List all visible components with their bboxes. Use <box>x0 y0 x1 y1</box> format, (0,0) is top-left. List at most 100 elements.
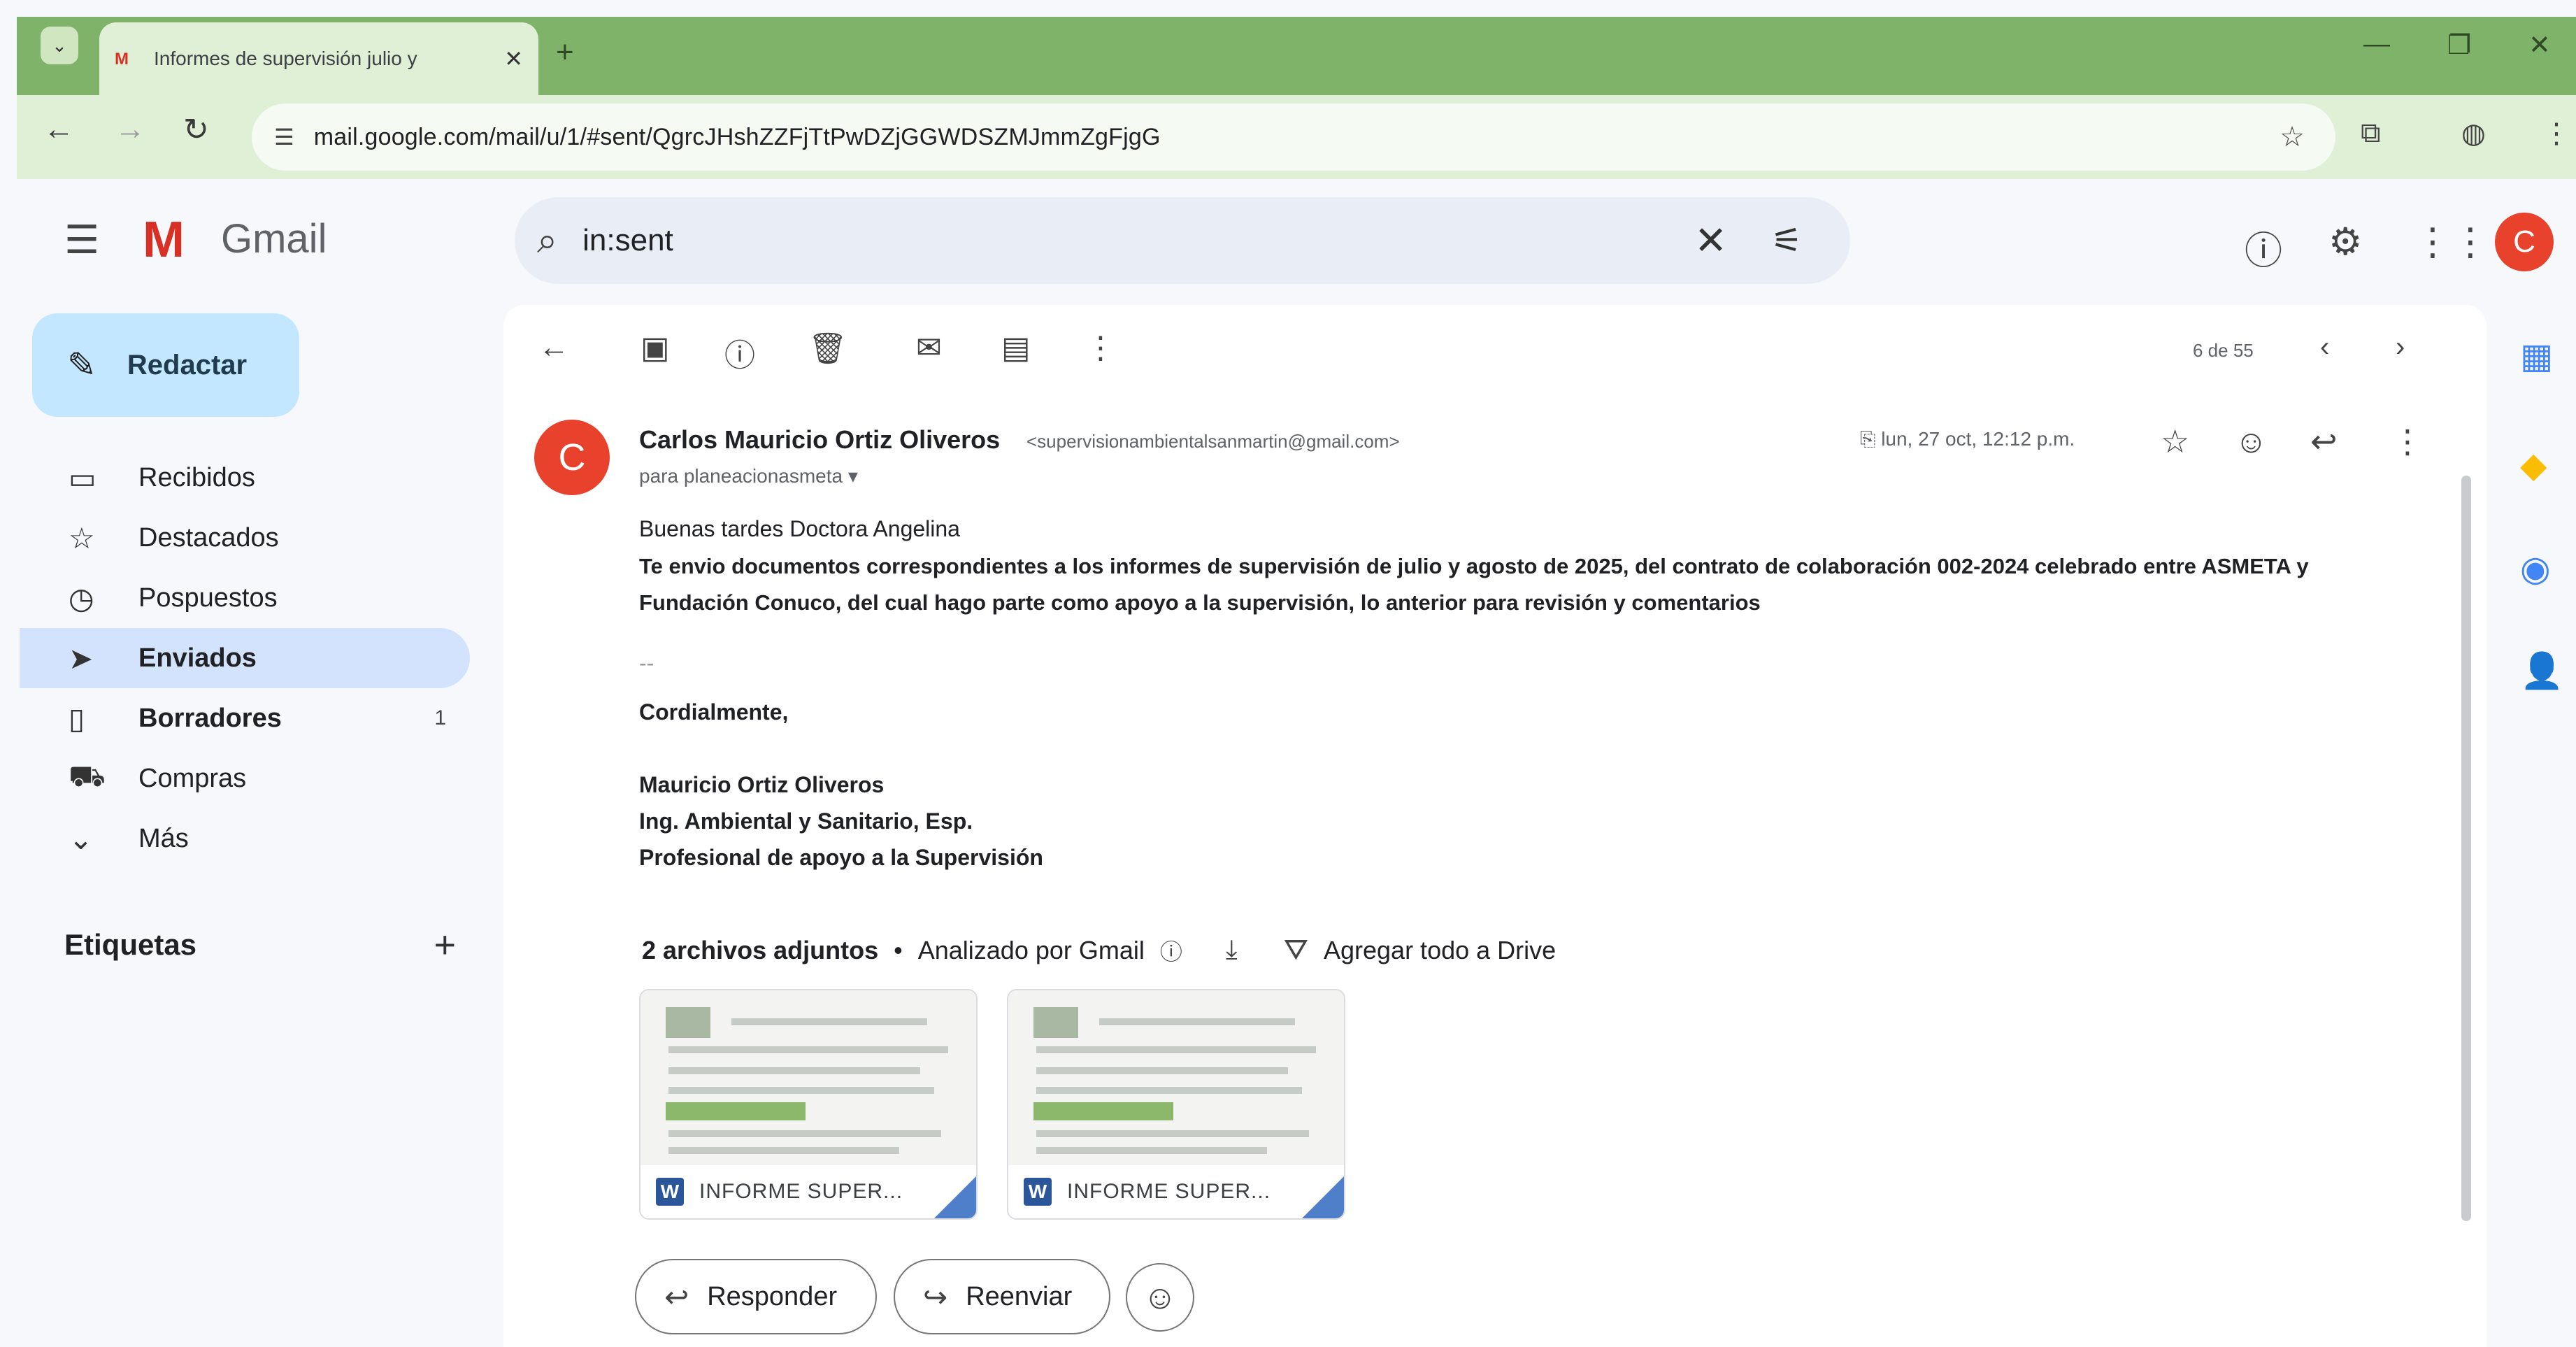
emoji-reaction-icon[interactable]: ☺ <box>2235 422 2268 460</box>
newer-icon[interactable]: ‹ <box>2320 332 2329 363</box>
reload-icon[interactable]: ↻ <box>183 112 209 148</box>
emoji-button[interactable]: ☺ <box>1126 1263 1194 1332</box>
clock-icon: ◷ <box>69 581 94 615</box>
info-icon[interactable]: ⓘ <box>1160 934 1182 967</box>
browser-menu-icon[interactable]: ⋮ <box>2542 117 2570 150</box>
new-tab-icon[interactable]: + <box>556 35 574 70</box>
close-tab-icon[interactable]: ✕ <box>504 45 523 72</box>
attachments-header: 2 archivos adjuntos • Analizado por Gmai… <box>642 933 1556 967</box>
add-to-drive-label[interactable]: Agregar todo a Drive <box>1324 936 1556 965</box>
divider-dash: -- <box>639 650 654 676</box>
keep-icon[interactable]: ◆ <box>2520 445 2547 485</box>
gmail-logo-icon[interactable]: M <box>143 211 185 269</box>
recipient-details-icon[interactable]: ▾ <box>848 465 858 487</box>
reply-icon[interactable]: ↩ <box>2310 422 2338 460</box>
body-line-1: Te envio documentos correspondientes a l… <box>639 554 2309 578</box>
compose-button[interactable]: ✎ Redactar <box>32 313 299 417</box>
help-icon[interactable]: ⓘ <box>2245 220 2282 275</box>
attachment-filename: INFORME SUPER... <box>699 1180 903 1203</box>
attachment-card-2[interactable]: W INFORME SUPER... <box>1007 989 1345 1220</box>
forward-icon[interactable]: → <box>115 112 145 147</box>
inbox-icon: ▭ <box>69 461 96 494</box>
signature-role: Profesional de apoyo a la Supervisión <box>639 845 1043 870</box>
minimize-icon[interactable]: — <box>2363 29 2390 59</box>
clear-search-icon[interactable]: ✕ <box>1694 218 1727 264</box>
back-to-list-icon[interactable]: ← <box>538 330 569 365</box>
browser-tab[interactable]: M Informes de supervisión julio y ✕ <box>99 22 538 95</box>
sidebar-item-compras[interactable]: ⛟ Compras <box>20 748 470 808</box>
search-icon[interactable]: ⌕ <box>537 220 557 262</box>
recipient-line[interactable]: para planeacionasmeta ▾ <box>639 464 858 487</box>
sender-avatar: C <box>534 420 610 495</box>
separator-dot: • <box>894 935 903 964</box>
attachment-corner-icon <box>934 1176 976 1218</box>
message-more-icon[interactable]: ⋮ <box>2391 422 2424 460</box>
forward-arrow-icon: ↪ <box>923 1280 948 1313</box>
send-icon: ➤ <box>69 641 94 675</box>
tab-title: Informes de supervisión julio y <box>154 48 417 69</box>
sidebar-item-pospuestos[interactable]: ◷ Pospuestos <box>20 568 470 628</box>
sidebar-item-borradores[interactable]: ▯ Borradores 1 <box>20 688 470 748</box>
star-message-icon[interactable]: ☆ <box>2161 422 2189 460</box>
archive-icon[interactable]: ▣ <box>641 330 670 366</box>
main-menu-icon[interactable]: ☰ <box>64 217 99 263</box>
tab-search-button[interactable]: ⌄ <box>41 27 78 64</box>
sidebar-item-enviados[interactable]: ➤ Enviados <box>20 628 470 688</box>
extensions-icon[interactable]: ⧉ <box>2361 117 2381 149</box>
settings-gear-icon[interactable]: ⚙ <box>2328 220 2362 264</box>
sidebar-item-destacados[interactable]: ☆ Destacados <box>20 508 470 568</box>
apps-grid-icon[interactable]: ⋮⋮ <box>2414 220 2489 264</box>
bookmark-star-icon[interactable]: ☆ <box>2280 121 2305 153</box>
move-to-icon[interactable]: ▤ <box>1001 330 1031 366</box>
drive-add-icon[interactable]: ⛛ <box>1284 933 1308 967</box>
site-info-icon[interactable]: ☰ <box>274 124 294 150</box>
sidebar-item-label: Compras <box>138 763 247 793</box>
forward-button[interactable]: ↪ Reenviar <box>894 1259 1110 1334</box>
attachment-preview <box>641 990 976 1165</box>
preview-line <box>668 1147 899 1154</box>
preview-line <box>668 1046 948 1053</box>
sidebar-item-label: Enviados <box>138 643 257 673</box>
search-input[interactable]: in:sent <box>582 223 673 258</box>
attachment-corner-icon <box>1302 1176 1344 1218</box>
greeting-text: Buenas tardes Doctora Angelina <box>639 516 960 541</box>
restore-icon[interactable]: ❐ <box>2447 29 2471 61</box>
compose-label: Redactar <box>127 349 248 380</box>
message-scrollbar[interactable] <box>2461 476 2471 1221</box>
address-bar[interactable]: ☰ mail.google.com/mail/u/1/#sent/QgrcJHs… <box>252 104 2335 171</box>
back-icon[interactable]: ← <box>43 112 74 147</box>
preview-line <box>668 1087 934 1094</box>
sidebar-item-recibidos[interactable]: ▭ Recibidos <box>20 448 470 508</box>
reply-button[interactable]: ↩ Responder <box>635 1259 877 1334</box>
reply-label: Responder <box>707 1281 838 1311</box>
account-avatar[interactable]: C <box>2495 213 2554 271</box>
older-icon[interactable]: › <box>2396 332 2405 363</box>
window-close-icon[interactable]: ✕ <box>2528 29 2551 61</box>
preview-line <box>668 1067 920 1074</box>
doc-logo <box>1033 1007 1078 1038</box>
app-name: Gmail <box>221 216 327 262</box>
contacts-icon[interactable]: 👤 <box>2520 650 2563 692</box>
shopping-icon: ⛟ <box>69 760 106 792</box>
search-options-icon[interactable]: ⚟ <box>1771 220 1803 261</box>
tasks-icon[interactable]: ◉ <box>2520 548 2551 589</box>
signature-name: Mauricio Ortiz Oliveros <box>639 772 885 797</box>
mark-unread-icon[interactable]: ✉ <box>916 330 942 366</box>
attachment-card-1[interactable]: W INFORME SUPER... <box>639 989 978 1220</box>
more-actions-icon[interactable]: ⋮ <box>1085 330 1116 366</box>
search-bar[interactable]: ⌕ in:sent ✕ ⚟ <box>515 197 1850 284</box>
preview-line <box>1036 1087 1302 1094</box>
attachment-preview <box>1008 990 1344 1165</box>
calendar-icon[interactable]: ▦ <box>2520 336 2553 376</box>
preview-line <box>1099 1018 1295 1025</box>
sidebar-item-mas[interactable]: ⌄ Más <box>20 808 470 869</box>
download-all-icon[interactable]: ⤓ <box>1226 935 1238 965</box>
report-spam-icon[interactable]: ⓘ <box>724 330 755 375</box>
delete-icon[interactable]: 🗑 <box>808 330 847 366</box>
sidebar-item-label: Destacados <box>138 522 279 553</box>
add-label-icon[interactable]: + <box>434 923 456 967</box>
preview-line <box>1036 1147 1267 1154</box>
url-text: mail.google.com/mail/u/1/#sent/QgrcJHshZ… <box>313 123 1161 150</box>
attachment-footer: W INFORME SUPER... <box>1008 1165 1344 1218</box>
profile-icon[interactable]: ◍ <box>2461 117 2486 150</box>
